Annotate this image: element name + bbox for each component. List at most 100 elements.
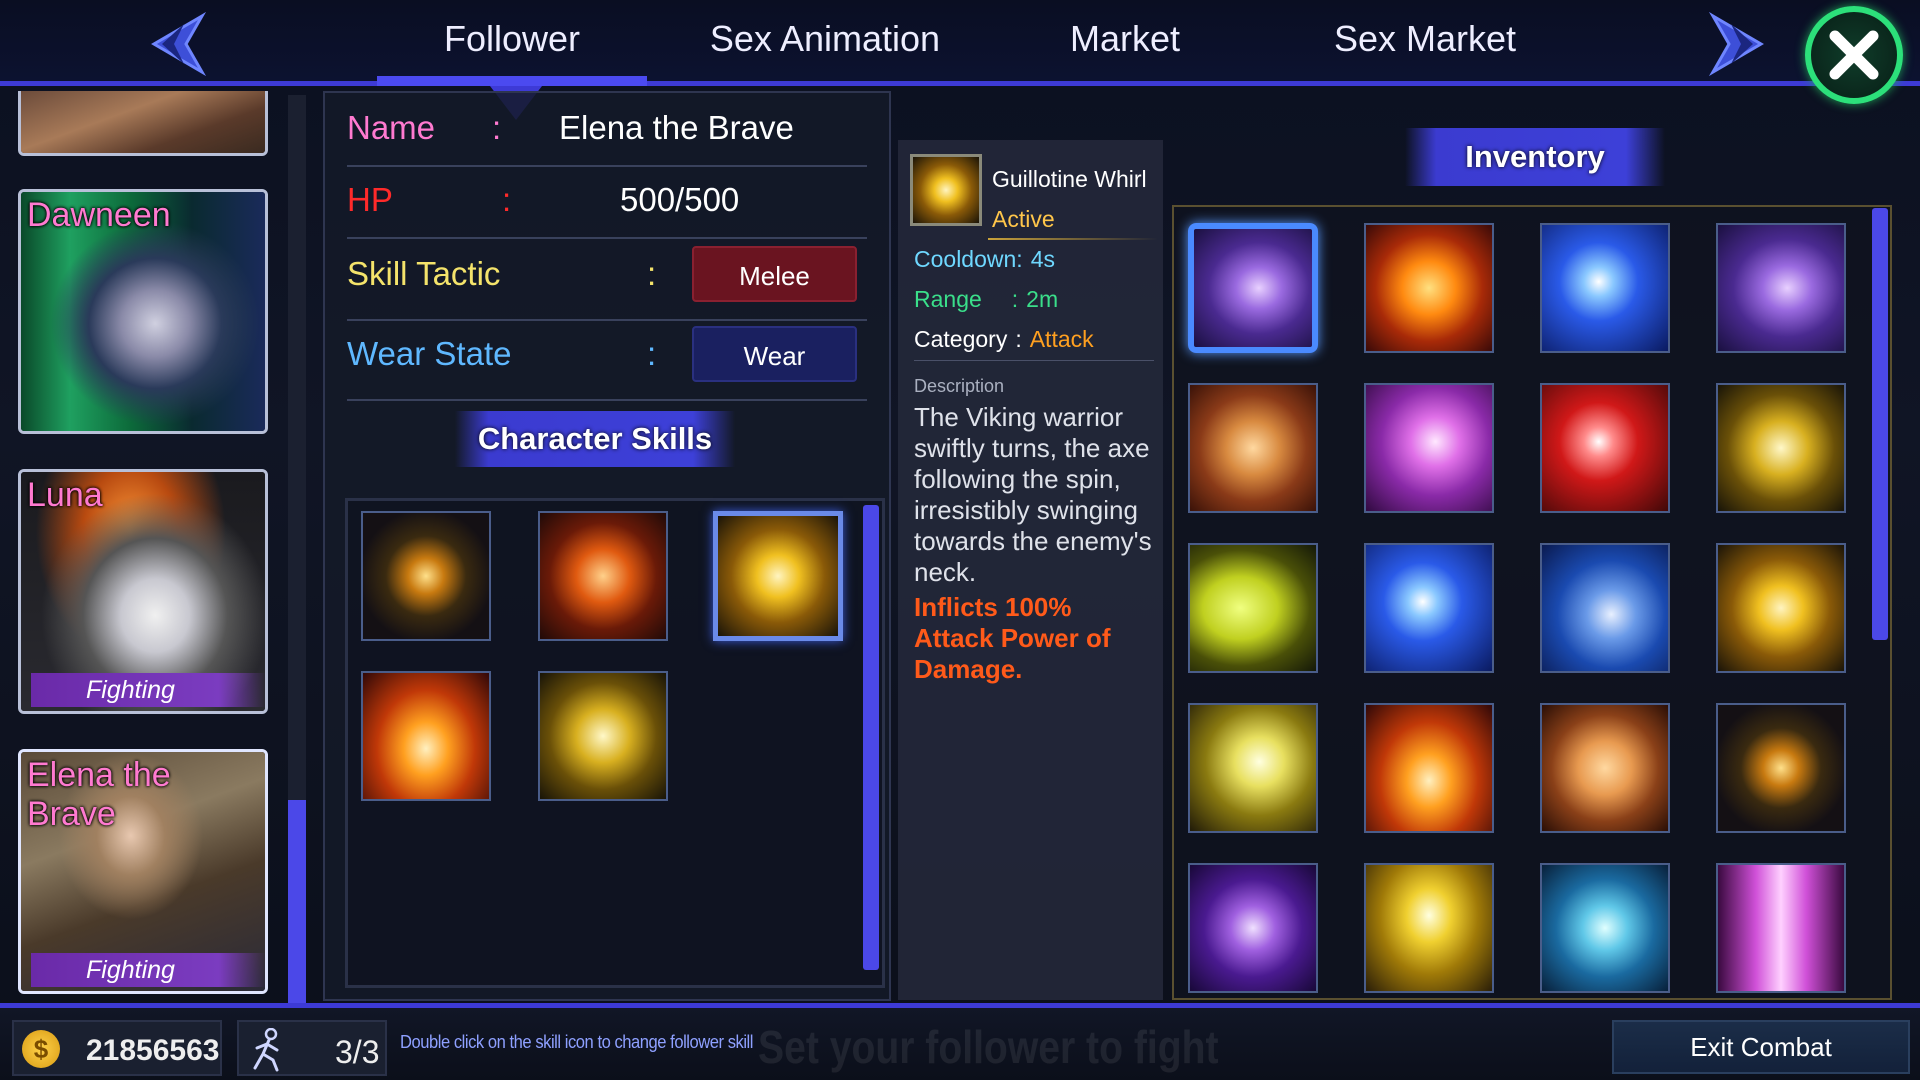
follower-card-dawneen[interactable]: Dawneen bbox=[18, 189, 268, 434]
inventory-pink-leg-icon[interactable] bbox=[1716, 863, 1846, 993]
skill-effect: Inflicts 100% Attack Power of Damage. bbox=[914, 592, 1111, 684]
skill-tactic-row: Skill Tactic : Melee bbox=[347, 241, 867, 321]
follower-name: Dawneen bbox=[27, 196, 171, 234]
wear-state-colon: : bbox=[647, 335, 657, 372]
cooldown-label: Cooldown bbox=[914, 246, 1017, 272]
inventory-blue-kick-icon[interactable] bbox=[1364, 543, 1494, 673]
follower-card-luna[interactable]: Luna Fighting bbox=[18, 469, 268, 714]
range-value: 2m bbox=[1026, 286, 1059, 312]
name-row: Name : Elena the Brave bbox=[347, 99, 867, 167]
follower-name-value: Elena the Brave bbox=[559, 109, 794, 146]
inventory-blue-kick-icon[interactable] bbox=[1540, 223, 1670, 353]
skills-scrollbar[interactable] bbox=[863, 505, 879, 970]
cooldown-value: 4s bbox=[1030, 246, 1055, 272]
range-colon: : bbox=[1011, 286, 1019, 312]
inventory-fist-icon[interactable] bbox=[1540, 703, 1670, 833]
follower-card-partial[interactable] bbox=[18, 91, 268, 156]
category-line: Category: Attack bbox=[914, 326, 1094, 353]
inventory-crescent-moon-icon[interactable] bbox=[1188, 543, 1318, 673]
range-label: Range bbox=[914, 286, 982, 312]
inventory-fire-pillar-icon[interactable] bbox=[1364, 703, 1494, 833]
category-label: Category bbox=[914, 326, 1008, 352]
character-skills-title: Character Skills bbox=[455, 411, 735, 467]
skill-tactic-button[interactable]: Melee bbox=[692, 246, 857, 302]
hp-value: 500/500 bbox=[620, 181, 740, 218]
skill-detail-panel: Guillotine Whirl Active Cooldown: 4s Rang… bbox=[898, 140, 1163, 1000]
exit-combat-button[interactable]: Exit Combat bbox=[1612, 1020, 1910, 1074]
gold-value: 21856563 bbox=[86, 1034, 220, 1067]
inventory-purple-kick-icon[interactable] bbox=[1188, 863, 1318, 993]
inventory-flying-kick-icon[interactable] bbox=[1188, 703, 1318, 833]
inventory-ice-kick-icon[interactable] bbox=[1540, 863, 1670, 993]
follower-count-value: 3/3 bbox=[335, 1034, 380, 1070]
tab-follower[interactable]: Follower bbox=[377, 18, 647, 60]
inventory-golden-whirl-icon[interactable] bbox=[1716, 543, 1846, 673]
inventory-red-kick-icon[interactable] bbox=[1540, 383, 1670, 513]
top-navigation: Follower Sex Animation Market Sex Market bbox=[0, 0, 1920, 86]
inventory-fist-strike-icon[interactable] bbox=[1188, 383, 1318, 513]
follower-details-panel: Name : Elena the Brave HP : 500/500 Skil… bbox=[323, 91, 891, 1001]
skill-scythe-slash-icon[interactable] bbox=[361, 511, 491, 641]
name-colon: : bbox=[492, 109, 502, 146]
tab-sex-market[interactable]: Sex Market bbox=[1300, 18, 1550, 60]
inventory-golden-kick-icon[interactable] bbox=[1716, 383, 1846, 513]
range-line: Range:2m bbox=[914, 286, 1058, 313]
hint-text: Double click on the skill icon to change… bbox=[400, 1032, 754, 1052]
skill-fire-pillar-icon[interactable] bbox=[361, 671, 491, 801]
inventory-blue-heel-icon[interactable] bbox=[1540, 543, 1670, 673]
active-tab-indicator bbox=[377, 76, 647, 86]
name-label: Name bbox=[347, 109, 436, 146]
cooldown-colon: : bbox=[1016, 246, 1023, 272]
cooldown-line: Cooldown: 4s bbox=[914, 246, 1055, 273]
follower-portrait bbox=[21, 91, 265, 153]
inventory-golden-burst-icon[interactable] bbox=[1364, 863, 1494, 993]
follower-state-badge: Fighting bbox=[31, 673, 265, 707]
wear-state-row: Wear State : Wear bbox=[347, 321, 867, 401]
inventory-scythe-slash-icon[interactable] bbox=[1716, 703, 1846, 833]
next-arrow-icon[interactable] bbox=[1705, 12, 1775, 76]
follower-state-badge: Fighting bbox=[31, 953, 265, 987]
inventory-grid bbox=[1172, 205, 1892, 1000]
selected-skill-icon bbox=[910, 154, 982, 226]
skill-description: The Viking warrior swiftly turns, the ax… bbox=[914, 402, 1152, 587]
gold-display: $ 21856563 bbox=[12, 1020, 222, 1076]
skill-fire-axe-icon[interactable] bbox=[538, 511, 668, 641]
inventory-fire-slash-icon[interactable] bbox=[1364, 223, 1494, 353]
skill-golden-whirl-icon[interactable] bbox=[713, 511, 843, 641]
follower-list-scroll-thumb[interactable] bbox=[288, 800, 306, 1005]
inventory-purple-slash-icon[interactable] bbox=[1716, 223, 1846, 353]
prev-arrow-icon[interactable] bbox=[140, 12, 210, 76]
coin-icon: $ bbox=[22, 1030, 60, 1068]
description-label: Description bbox=[914, 376, 1005, 396]
category-value: Attack bbox=[1029, 326, 1094, 352]
character-skills-grid bbox=[345, 498, 885, 988]
bottom-bar: $ 21856563 3/3 Double click on the skill… bbox=[0, 1003, 1920, 1080]
follower-count-display: 3/3 bbox=[237, 1020, 387, 1076]
divider bbox=[914, 360, 1154, 361]
tab-market[interactable]: Market bbox=[1040, 18, 1210, 60]
skill-golden-kick-icon[interactable] bbox=[538, 671, 668, 801]
inventory-purple-slash-icon[interactable] bbox=[1188, 223, 1318, 353]
close-button[interactable] bbox=[1805, 6, 1903, 104]
watermark-text: Set your follower to fight bbox=[758, 1021, 1219, 1073]
fighter-icon bbox=[253, 1028, 279, 1072]
wear-state-button[interactable]: Wear bbox=[692, 326, 857, 382]
selected-skill-name: Guillotine Whirl bbox=[992, 166, 1147, 192]
inventory-pink-strike-icon[interactable] bbox=[1364, 383, 1494, 513]
game-screen: { "nav": { "tabs": ["Follower", "Sex Ani… bbox=[0, 0, 1920, 1080]
divider bbox=[988, 238, 1158, 240]
follower-card-elena[interactable]: Elena the Brave Fighting bbox=[18, 749, 268, 994]
skill-tactic-colon: : bbox=[647, 255, 657, 292]
skill-tactic-label: Skill Tactic bbox=[347, 255, 501, 292]
wear-state-label: Wear State bbox=[347, 335, 512, 372]
selected-skill-status: Active bbox=[992, 206, 1055, 232]
hp-row: HP : 500/500 bbox=[347, 171, 867, 239]
close-icon bbox=[1829, 30, 1879, 80]
follower-name: Elena the Brave bbox=[27, 756, 171, 833]
follower-list[interactable]: Dawneen Luna Fighting Elena the Brave Fi… bbox=[8, 91, 313, 1001]
tab-sex-animation[interactable]: Sex Animation bbox=[690, 18, 960, 60]
inventory-title: Inventory bbox=[1405, 128, 1665, 186]
inventory-scrollbar[interactable] bbox=[1872, 208, 1888, 640]
hp-colon: : bbox=[502, 181, 512, 218]
hp-label: HP bbox=[347, 181, 393, 218]
